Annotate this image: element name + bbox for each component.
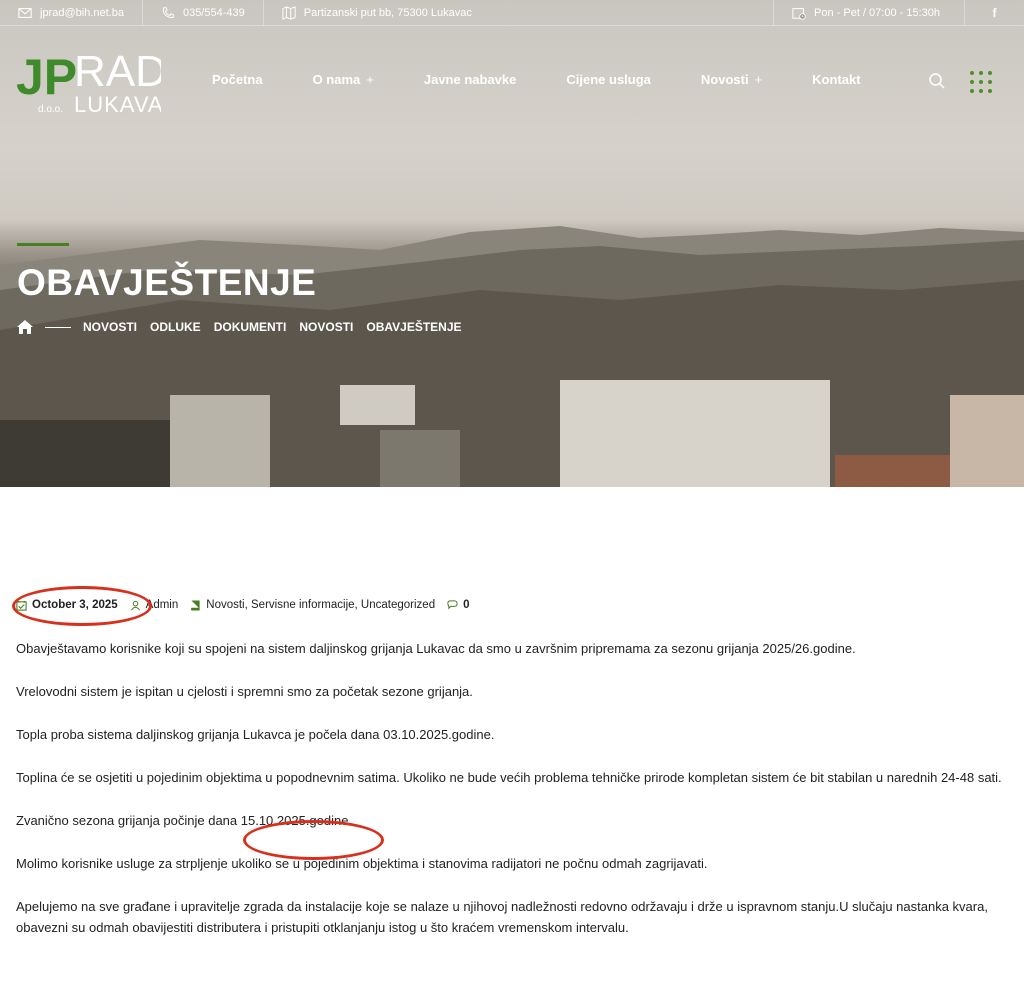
page-title: OBAVJEŠTENJE [17,262,317,303]
phone-icon [162,6,174,18]
map-icon [282,5,296,20]
nav-item-pocetna[interactable]: Početna [212,72,263,87]
home-icon[interactable] [17,320,33,334]
expand-plus-icon: + [754,72,763,87]
book-icon [191,599,200,611]
article-paragraph: Vrelovodni sistem je ispitan u cjelosti … [16,684,473,699]
working-hours: Pon - Pet / 07:00 - 15:30h [773,0,964,26]
address-text: Partizanski put bb, 75300 Lukavac [303,6,472,19]
hours-text: Pon - Pet / 07:00 - 15:30h [814,6,940,19]
phone-contact[interactable]: 035/554-439 [143,0,264,26]
address-info: Partizanski put bb, 75300 Lukavac [264,0,490,26]
title-accent-bar [17,243,69,246]
comments-icon [447,599,458,609]
article-body: Obavještavamo korisnike koji su spojeni … [16,638,1006,960]
svg-text:d.o.o.: d.o.o. [38,104,63,114]
main-navigation: Početna O nama + Javne nabavke Cijene usl… [212,72,911,87]
nav-item-novosti[interactable]: Novosti + [701,72,762,87]
breadcrumb-separator [45,326,71,328]
nav-item-kontakt[interactable]: Kontakt [812,72,860,87]
expand-plus-icon: + [366,72,374,87]
company-logo[interactable]: JP RAD d.o.o. LUKAVAC [16,42,161,114]
svg-text:LUKAVAC: LUKAVAC [74,92,161,114]
article-paragraph: Obavještavamo korisnike koji su spojeni … [16,641,856,656]
nav-item-cijene-usluga[interactable]: Cijene usluga [566,72,651,87]
article-paragraph: Molimo korisnike usluge za strpljenje uk… [16,856,708,871]
phone-text: 035/554-439 [182,6,245,19]
svg-text:RAD: RAD [74,47,161,96]
email-contact[interactable]: jprad@bih.net.ba [0,0,143,26]
post-categories-text: Novosti, Servisne informacije, Uncategor… [206,599,436,611]
email-text: jprad@bih.net.ba [40,6,124,19]
calendar-clock-icon [792,7,806,20]
menu-grid-icon[interactable] [970,71,992,93]
post-categories[interactable]: Novosti, Servisne informacije, Uncategor… [190,599,435,611]
comments-count: 0 [463,599,470,611]
mail-icon [18,7,32,18]
post-comments[interactable]: 0 [447,599,470,611]
facebook-icon[interactable]: f [964,0,1024,26]
top-info-bar: jprad@bih.net.ba 035/554-439 Partizanski… [0,0,1024,26]
breadcrumb-item[interactable]: NOVOSTI [299,320,353,334]
nav-item-javne-nabavke[interactable]: Javne nabavke [424,72,517,87]
date-highlight-circle [12,586,152,626]
nav-item-o-nama[interactable]: O nama + [313,72,374,87]
article-paragraph: Toplina će se osjetiti u pojedinim objek… [16,770,1002,785]
breadcrumb-current: OBAVJEŠTENJE [366,320,462,334]
search-icon[interactable] [928,72,946,90]
breadcrumb: NOVOSTI ODLUKE DOKUMENTI NOVOSTI OBAVJEŠ… [17,320,475,334]
season-start-highlight-circle [243,820,384,860]
svg-text:JP: JP [16,49,77,105]
breadcrumb-item[interactable]: ODLUKE [150,320,201,334]
article-paragraph: Apelujemo na sve građane i upravitelje z… [16,899,988,935]
breadcrumb-item[interactable]: NOVOSTI [83,320,137,334]
article-paragraph: Topla proba sistema daljinskog grijanja … [16,727,495,742]
article-paragraph: Zvanično sezona grijanja počinje dana 15… [16,813,353,828]
breadcrumb-item[interactable]: DOKUMENTI [214,320,287,334]
